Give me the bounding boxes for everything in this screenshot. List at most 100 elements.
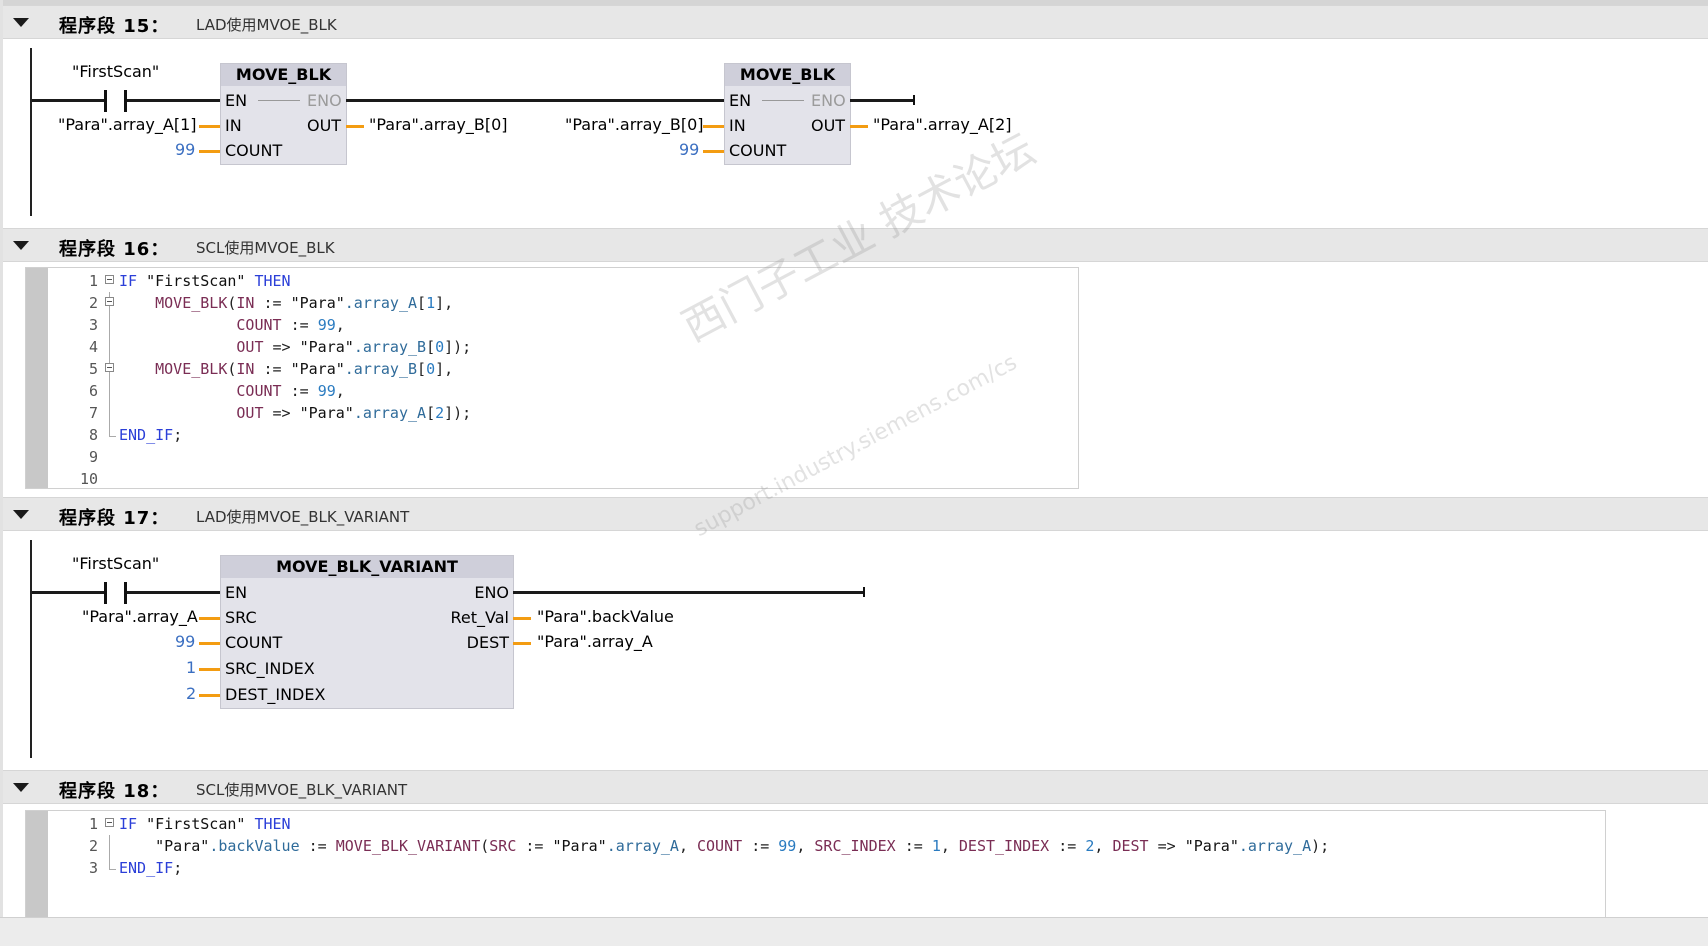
- wire: [850, 99, 914, 102]
- fold-line: [104, 380, 117, 402]
- pin-in: IN: [729, 116, 746, 135]
- power-rail: [30, 48, 32, 216]
- out-arg-1[interactable]: "Para".array_B[0]: [369, 116, 508, 134]
- wire: [346, 99, 724, 102]
- network-header-18[interactable]: 程序段 18： SCL使用MVOE_BLK_VARIANT: [3, 770, 1708, 804]
- network-comment[interactable]: SCL使用MVOE_BLK: [196, 237, 335, 258]
- fold-line: [104, 402, 117, 424]
- en-eno-link: [762, 100, 804, 101]
- pin-count: COUNT: [225, 141, 283, 160]
- code-lines[interactable]: 1 IF "FirstScan" THEN 2 "Para".backValue …: [48, 813, 1329, 879]
- contact-tag[interactable]: "FirstScan": [72, 555, 159, 573]
- pin-en: EN: [729, 91, 752, 110]
- dest-index-arg[interactable]: 2: [186, 685, 196, 703]
- code-line[interactable]: 1 IF "FirstScan" THEN: [48, 270, 471, 292]
- out-wire: [346, 125, 364, 128]
- scl-editor-16[interactable]: 1 IF "FirstScan" THEN 2 MOVE_BLK(IN := "P…: [25, 267, 1079, 489]
- block-title: MOVE_BLK: [221, 64, 346, 86]
- code-line[interactable]: 3 END_IF;: [48, 857, 1329, 879]
- network-header-15[interactable]: 程序段 15： LAD使用MVOE_BLK: [3, 5, 1708, 39]
- code-line[interactable]: 2 MOVE_BLK(IN := "Para".array_A[1],: [48, 292, 471, 314]
- out-wire: [850, 125, 868, 128]
- move-blk-box-1[interactable]: MOVE_BLK EN ENO IN OUT COUNT: [220, 63, 347, 165]
- code-line[interactable]: 9: [48, 446, 471, 468]
- collapse-arrow-icon[interactable]: [13, 510, 29, 519]
- count-arg-2[interactable]: 99: [679, 141, 699, 159]
- pin-eno: ENO: [474, 583, 509, 602]
- dest-arg[interactable]: "Para".array_A: [537, 633, 653, 651]
- ret-val-wire: [513, 617, 531, 620]
- wire: [513, 591, 865, 594]
- fold-minus-icon[interactable]: [104, 358, 117, 380]
- scl-editor-18[interactable]: 1 IF "FirstScan" THEN 2 "Para".backValue …: [25, 810, 1606, 922]
- network-comment[interactable]: LAD使用MVOE_BLK: [196, 14, 337, 35]
- code-line[interactable]: 5 MOVE_BLK(IN := "Para".array_B[0],: [48, 358, 471, 380]
- block-title: MOVE_BLK_VARIANT: [221, 556, 513, 578]
- code-lines[interactable]: 1 IF "FirstScan" THEN 2 MOVE_BLK(IN := "P…: [48, 270, 471, 490]
- fold-line: [104, 314, 117, 336]
- editor-gutter: [26, 811, 48, 921]
- network-title: 程序段 17：: [59, 508, 170, 529]
- code-line[interactable]: 2 "Para".backValue := MOVE_BLK_VARIANT(S…: [48, 835, 1329, 857]
- editor-gutter: [26, 268, 48, 488]
- lad-network-17: "FirstScan" MOVE_BLK_VARIANT EN ENO SRC …: [0, 530, 1708, 770]
- count-wire: [703, 150, 724, 153]
- pin-dest-index: DEST_INDEX: [225, 685, 326, 704]
- code-line[interactable]: 6 COUNT := 99,: [48, 380, 471, 402]
- dest-wire: [513, 642, 531, 645]
- fold-minus-icon[interactable]: [104, 270, 117, 292]
- fold-end: [104, 424, 117, 446]
- code-line[interactable]: 4 OUT => "Para".array_B[0]);: [48, 336, 471, 358]
- network-title: 程序段 16：: [59, 239, 170, 260]
- move-blk-box-2[interactable]: MOVE_BLK EN ENO IN OUT COUNT: [724, 63, 851, 165]
- pin-ret-val: Ret_Val: [450, 608, 509, 627]
- pin-dest: DEST: [466, 633, 509, 652]
- collapse-arrow-icon[interactable]: [13, 783, 29, 792]
- code-line[interactable]: 8 END_IF;: [48, 424, 471, 446]
- network-comment[interactable]: LAD使用MVOE_BLK_VARIANT: [196, 506, 409, 527]
- src-arg[interactable]: "Para".array_A: [82, 608, 198, 626]
- pin-src: SRC: [225, 608, 257, 627]
- contact-left-bar[interactable]: [104, 582, 107, 604]
- in-arg-2[interactable]: "Para".array_B[0]: [565, 116, 704, 134]
- in-wire: [199, 125, 220, 128]
- src-index-wire: [199, 668, 220, 671]
- pin-src-index: SRC_INDEX: [225, 659, 315, 678]
- wire: [32, 591, 105, 594]
- contact-left-bar[interactable]: [104, 90, 107, 112]
- wire: [127, 99, 220, 102]
- fold-end: [104, 857, 117, 879]
- network-comment[interactable]: SCL使用MVOE_BLK_VARIANT: [196, 779, 407, 800]
- pin-count: COUNT: [729, 141, 787, 160]
- network-header-16[interactable]: 程序段 16： SCL使用MVOE_BLK: [3, 228, 1708, 262]
- fold-line: [104, 835, 117, 857]
- power-rail: [30, 540, 32, 758]
- fold-line: [104, 336, 117, 358]
- count-wire: [199, 150, 220, 153]
- in-arg-1[interactable]: "Para".array_A[1]: [58, 116, 196, 134]
- code-line[interactable]: 1 IF "FirstScan" THEN: [48, 813, 1329, 835]
- code-line[interactable]: 7 OUT => "Para".array_A[2]);: [48, 402, 471, 424]
- dest-index-wire: [199, 694, 220, 697]
- contact-tag[interactable]: "FirstScan": [72, 63, 159, 81]
- en-eno-link: [258, 100, 300, 101]
- count-wire: [199, 642, 220, 645]
- in-wire: [703, 125, 724, 128]
- move-blk-variant-box[interactable]: MOVE_BLK_VARIANT EN ENO SRC Ret_Val COUN…: [220, 555, 514, 709]
- collapse-arrow-icon[interactable]: [13, 18, 29, 27]
- pin-out: OUT: [811, 116, 846, 135]
- network-title: 程序段 15：: [59, 16, 170, 37]
- pin-en: EN: [225, 91, 248, 110]
- out-arg-2[interactable]: "Para".array_A[2]: [873, 116, 1011, 134]
- fold-minus-icon[interactable]: [104, 292, 117, 314]
- pin-en: EN: [225, 583, 248, 602]
- ret-val-arg[interactable]: "Para".backValue: [537, 608, 674, 626]
- network-header-17[interactable]: 程序段 17： LAD使用MVOE_BLK_VARIANT: [3, 497, 1708, 531]
- src-index-arg[interactable]: 1: [186, 659, 196, 677]
- code-line[interactable]: 10: [48, 468, 471, 490]
- fold-minus-icon[interactable]: [104, 813, 117, 835]
- count-arg[interactable]: 99: [175, 633, 195, 651]
- collapse-arrow-icon[interactable]: [13, 241, 29, 250]
- count-arg-1[interactable]: 99: [175, 141, 195, 159]
- code-line[interactable]: 3 COUNT := 99,: [48, 314, 471, 336]
